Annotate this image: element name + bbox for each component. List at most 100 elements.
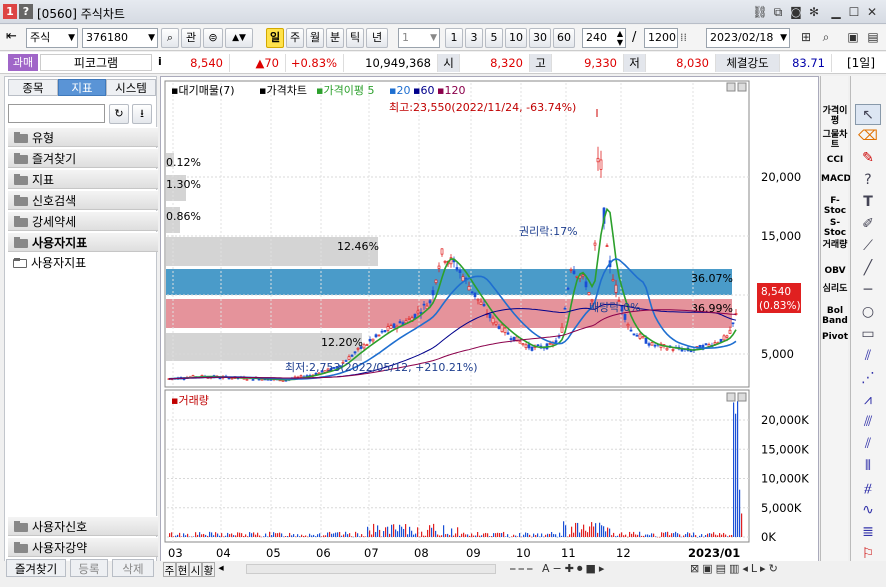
period-month[interactable]: 월 <box>306 28 324 48</box>
time-scrollbar[interactable] <box>246 564 496 574</box>
vol-panel-close-icon[interactable] <box>737 392 747 402</box>
period-badge[interactable]: [1일] <box>840 54 882 72</box>
group-favorites[interactable]: 즐겨찾기 <box>8 148 158 168</box>
channel-icon[interactable]: ⫻ <box>855 412 881 433</box>
user-indicator-folder[interactable]: 사용자지표 <box>9 254 86 272</box>
group-user-strength[interactable]: 사용자강약 <box>8 537 158 557</box>
marker-icon[interactable]: ✐ <box>855 214 881 235</box>
wave-icon[interactable]: ∿ <box>855 500 881 521</box>
indicator-cci[interactable]: CCI <box>821 155 849 165</box>
all-erase-icon[interactable]: ✎ <box>855 148 881 169</box>
help-icon[interactable]: ? <box>19 4 33 19</box>
group-indicators[interactable]: 지표 <box>8 169 158 189</box>
cycle-icon[interactable]: ⦀ <box>855 456 881 477</box>
unit-select[interactable]: 1 ▼ <box>398 28 440 48</box>
circle-icon[interactable]: ○ <box>855 302 881 323</box>
indicator-search-input[interactable] <box>8 104 105 123</box>
min-10-button[interactable]: 10 <box>505 28 527 48</box>
min-3-button[interactable]: 3 <box>465 28 483 48</box>
search-icon[interactable]: ⌕ <box>161 28 179 48</box>
question-icon[interactable]: ? <box>855 170 881 191</box>
grid-lines-icon[interactable]: ⧣ <box>855 478 881 499</box>
favorites-button[interactable]: 즐겨찾기 <box>6 559 66 577</box>
info-icon[interactable]: i <box>158 55 168 68</box>
eraser-icon[interactable]: ⌫ <box>855 126 881 147</box>
view-tab-status[interactable]: 황 <box>202 562 215 577</box>
prev-code-icon[interactable]: ⇤ <box>6 29 17 44</box>
cursor-icon[interactable]: ↖ <box>855 104 881 125</box>
indicator-fstoc[interactable]: F-Stoc <box>821 196 849 216</box>
indicator-sstoc[interactable]: S-Stoc <box>821 218 849 238</box>
copy-icon[interactable]: ⧉ <box>770 4 786 20</box>
code-input[interactable]: 376180 ▼ <box>82 28 158 48</box>
group-strength[interactable]: 강세약세 <box>8 211 158 231</box>
indicator-macd[interactable]: MACD <box>821 174 851 184</box>
parallel-icon[interactable]: ⫽ <box>855 434 881 455</box>
min-5-button[interactable]: 5 <box>485 28 503 48</box>
count-input[interactable]: 240 ▲ ▼ <box>582 28 626 48</box>
text-icon[interactable]: T <box>855 192 881 213</box>
group-type[interactable]: 유형 <box>8 127 158 147</box>
vol-panel-maximize-icon[interactable] <box>726 392 736 402</box>
interest-button[interactable]: 관 <box>181 28 201 48</box>
indicator-pivot[interactable]: Pivot <box>821 332 849 342</box>
period-year[interactable]: 년 <box>366 28 388 48</box>
group-user-signals[interactable]: 사용자신호 <box>8 516 158 536</box>
line-icon[interactable]: ╱ <box>855 258 881 279</box>
tab-systems[interactable]: 시스템 <box>106 79 156 96</box>
delete-button[interactable]: 삭제 <box>112 559 154 577</box>
panel-close-icon[interactable] <box>737 82 747 92</box>
view-tab-market[interactable]: 시 <box>189 562 202 577</box>
indicator-psychology[interactable]: 심리도 <box>821 284 849 294</box>
tab-indicators[interactable]: 지표 <box>58 79 106 96</box>
gann-icon[interactable]: ⋰ <box>855 368 881 389</box>
trendline-icon[interactable]: ⟋ <box>855 236 881 257</box>
panel-maximize-icon[interactable] <box>726 82 736 92</box>
settings-icon[interactable]: ✻ <box>806 4 822 20</box>
period-day[interactable]: 일 <box>266 28 284 48</box>
search-chart-icon[interactable]: ⌕ <box>818 29 834 45</box>
min-60-button[interactable]: 60 <box>553 28 575 48</box>
download-icon[interactable]: ⭳ <box>132 104 152 124</box>
fibonacci-icon[interactable]: ⫽ <box>855 346 881 367</box>
indicator-obv[interactable]: OBV <box>821 266 849 276</box>
maximize-icon[interactable]: ☐ <box>846 4 862 20</box>
view-tab-week[interactable]: 주 <box>163 562 176 577</box>
indicator-ma[interactable]: 가격이평 <box>821 106 849 126</box>
updown-stepper[interactable]: ▲▼ <box>225 28 253 48</box>
indicator-volume[interactable]: 거래량 <box>821 240 849 250</box>
market-select[interactable]: 주식 ▼ <box>26 28 78 48</box>
min-30-button[interactable]: 30 <box>529 28 551 48</box>
close-icon[interactable]: ✕ <box>864 4 880 20</box>
chart-canvas[interactable]: 0.12%1.30%0.86%12.46%36.07%36.99%12.20% … <box>161 77 820 574</box>
indicator-net[interactable]: 그물차트 <box>821 130 849 150</box>
fan-icon[interactable]: ⩘ <box>855 390 881 411</box>
link-icon[interactable]: ⛓ <box>752 4 768 20</box>
chart-actions[interactable]: ⊠▣▤▥◂L▸↻ <box>690 562 781 575</box>
indicator-bolband[interactable]: Bol Band <box>821 306 849 326</box>
print-icon[interactable]: ▤ <box>865 29 881 45</box>
scroll-left-icon[interactable]: ◂ <box>215 562 227 577</box>
refresh-icon[interactable]: ↻ <box>109 104 129 124</box>
rectangle-icon[interactable]: ▭ <box>855 324 881 345</box>
tab-stocks[interactable]: 종목 <box>8 79 58 96</box>
group-signal-search[interactable]: 신호검색 <box>8 190 158 210</box>
group-user-indicators[interactable]: 사용자지표 <box>8 232 158 252</box>
hline-icon[interactable]: ─ <box>855 280 881 301</box>
date-select[interactable]: 2023/02/18 ▼ <box>706 28 790 48</box>
save-icon[interactable]: ▣ <box>845 29 861 45</box>
period-tick[interactable]: 틱 <box>346 28 364 48</box>
camera-icon[interactable]: ◙ <box>788 4 804 20</box>
period-week[interactable]: 주 <box>286 28 304 48</box>
min-1-button[interactable]: 1 <box>445 28 463 48</box>
rotate-icon[interactable]: ⊜ <box>203 28 223 48</box>
chart-tool-icon[interactable]: ⊞ <box>798 29 814 45</box>
levels-icon[interactable]: ≣ <box>855 522 881 543</box>
window-number-badge[interactable]: 1 <box>3 4 17 19</box>
grid-icon[interactable]: ⁞⁞ <box>680 31 687 44</box>
chart-area[interactable]: 0.12% 1.30% 0.86% 12.46% 36.07% 36.99% 12.20% … <box>160 76 819 573</box>
register-button[interactable]: 등록 <box>70 559 108 577</box>
minimize-icon[interactable]: ▁ <box>828 4 844 20</box>
zoom-controls[interactable]: ⎯⎯⎯ A−✚⏺■▸ <box>510 562 607 576</box>
view-tab-current[interactable]: 현 <box>176 562 189 577</box>
